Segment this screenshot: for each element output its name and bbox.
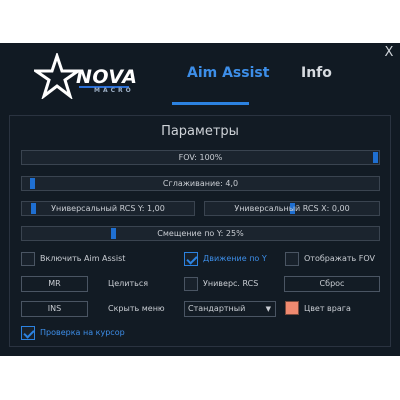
mode-select[interactable]: Стандартный ▼: [184, 301, 276, 317]
active-tab-indicator: [172, 102, 249, 105]
header: X NOVA MACRO Aim Assist Info: [0, 43, 400, 108]
fov-slider-thumb[interactable]: [373, 152, 378, 163]
fov-slider-label: FOV: 100%: [178, 153, 223, 162]
reset-button[interactable]: Сброс: [284, 276, 380, 292]
show-fov-checkbox[interactable]: Отображать FOV: [285, 252, 385, 266]
hide-key-button[interactable]: INS: [21, 301, 88, 317]
show-fov-label: Отображать FOV: [304, 254, 376, 263]
parameters-panel: Параметры FOV: 100% Сглаживание: 4,0 Уни…: [9, 115, 391, 347]
enemy-color-label: Цвет врага: [304, 304, 351, 313]
aim-key-button[interactable]: MR: [21, 276, 88, 292]
rcs-y-slider[interactable]: Универсальный RCS Y: 1,00: [21, 201, 195, 216]
smoothing-slider-thumb[interactable]: [30, 178, 35, 189]
rcs-y-slider-label: Универсальный RCS Y: 1,00: [51, 204, 165, 213]
chevron-down-icon: ▼: [265, 305, 271, 313]
move-y-checkbox[interactable]: Движение по Y: [184, 252, 279, 266]
tab-info[interactable]: Info: [301, 65, 332, 81]
universal-rcs-checkbox[interactable]: Универс. RCS: [184, 277, 279, 291]
enemy-color-swatch[interactable]: [285, 301, 299, 315]
star-logo-icon: [34, 53, 80, 99]
universal-rcs-box[interactable]: [184, 277, 198, 291]
universal-rcs-label: Универс. RCS: [203, 279, 259, 288]
offset-y-slider[interactable]: Смещение по Y: 25%: [21, 226, 380, 241]
move-y-label: Движение по Y: [203, 254, 267, 263]
aim-key-label: Целиться: [108, 279, 149, 288]
cursor-check-box[interactable]: [21, 326, 35, 340]
logo-sub: MACRO: [94, 87, 134, 94]
show-fov-box[interactable]: [285, 252, 299, 266]
fov-slider[interactable]: FOV: 100%: [21, 150, 380, 165]
logo: NOVA MACRO: [34, 53, 137, 101]
logo-brand: NOVA: [76, 66, 138, 88]
enable-aim-checkbox[interactable]: Включить Aim Assist: [21, 252, 141, 266]
enable-aim-box[interactable]: [21, 252, 35, 266]
enable-aim-label: Включить Aim Assist: [40, 254, 126, 263]
close-button[interactable]: X: [382, 46, 396, 60]
app-window: X NOVA MACRO Aim Assist Info Параметры F…: [0, 43, 400, 356]
smoothing-slider[interactable]: Сглаживание: 4,0: [21, 176, 380, 191]
panel-title: Параметры: [161, 124, 239, 139]
smoothing-slider-label: Сглаживание: 4,0: [162, 179, 239, 188]
rcs-x-slider[interactable]: Универсальный RCS X: 0,00: [204, 201, 380, 216]
cursor-check-label: Проверка на курсор: [40, 328, 125, 337]
mode-select-value: Стандартный: [188, 304, 246, 313]
cursor-check-checkbox[interactable]: Проверка на курсор: [21, 326, 141, 340]
tab-aim-assist[interactable]: Aim Assist: [187, 65, 269, 81]
rcs-y-slider-thumb[interactable]: [31, 203, 37, 214]
hide-key-label: Скрыть меню: [108, 304, 165, 313]
offset-y-slider-label: Смещение по Y: 25%: [157, 229, 244, 238]
offset-y-slider-thumb[interactable]: [110, 228, 116, 239]
rcs-x-slider-label: Универсальный RCS X: 0,00: [234, 204, 350, 213]
move-y-box[interactable]: [184, 252, 198, 266]
